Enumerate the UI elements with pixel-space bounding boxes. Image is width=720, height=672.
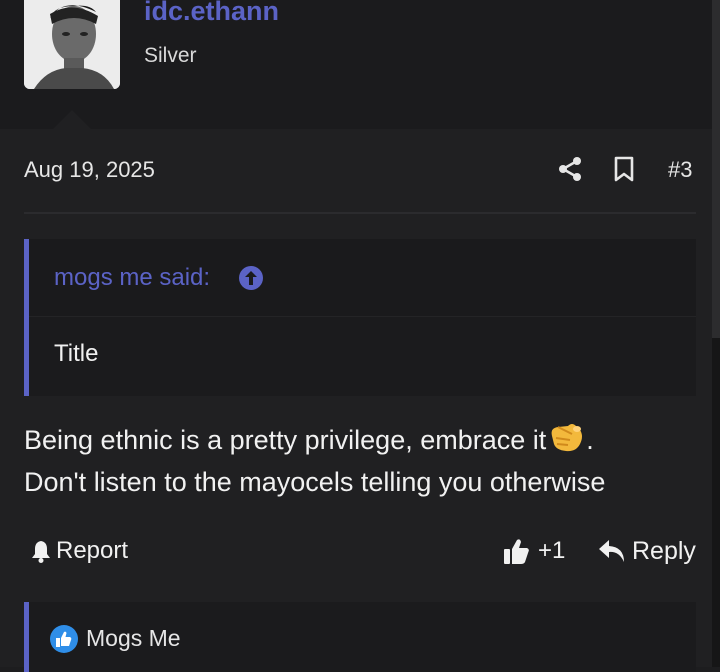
quote-header: mogs me said:: [29, 239, 696, 317]
post-number-link[interactable]: #3: [668, 157, 692, 183]
reply-arrow-icon: [599, 540, 624, 562]
reply-button[interactable]: Reply: [598, 534, 696, 568]
post-body-line1: Being ethnic is a pretty privilege, embr…: [24, 425, 547, 455]
quote-author-link[interactable]: mogs me said:: [54, 264, 210, 292]
post-body-punct: .: [586, 425, 594, 455]
author-rank: Silver: [144, 44, 197, 67]
quote-text: Title: [54, 340, 99, 367]
post-date[interactable]: Aug 19, 2025: [24, 157, 155, 183]
share-icon[interactable]: [557, 156, 583, 182]
avatar[interactable]: [24, 0, 120, 89]
divider: [24, 212, 696, 214]
bell-icon: [32, 541, 50, 563]
thumbs-up-icon: [504, 539, 529, 564]
pointing-finger-emoji: [551, 424, 583, 452]
bookmark-icon[interactable]: [612, 155, 636, 183]
scrollbar-thumb[interactable]: [712, 0, 720, 338]
like-reaction-icon: [50, 625, 78, 653]
report-button[interactable]: Report: [30, 535, 128, 567]
arrow-up-circle-icon[interactable]: [238, 265, 264, 291]
post-body-line2: Don't listen to the mayocels telling you…: [24, 467, 606, 497]
reactions-bar: Mogs Me: [24, 602, 696, 672]
like-count: +1: [538, 537, 566, 564]
quote-block: mogs me said: Title: [24, 239, 696, 396]
report-label: Report: [56, 537, 129, 564]
reaction-user-link[interactable]: Mogs Me: [86, 625, 181, 652]
reply-label: Reply: [632, 536, 696, 565]
post-body: Being ethnic is a pretty privilege, embr…: [24, 418, 696, 503]
author-username[interactable]: idc.ethann: [144, 0, 279, 27]
like-button[interactable]: +1: [502, 534, 565, 568]
header-pointer: [53, 110, 91, 129]
post-container: [0, 129, 712, 667]
